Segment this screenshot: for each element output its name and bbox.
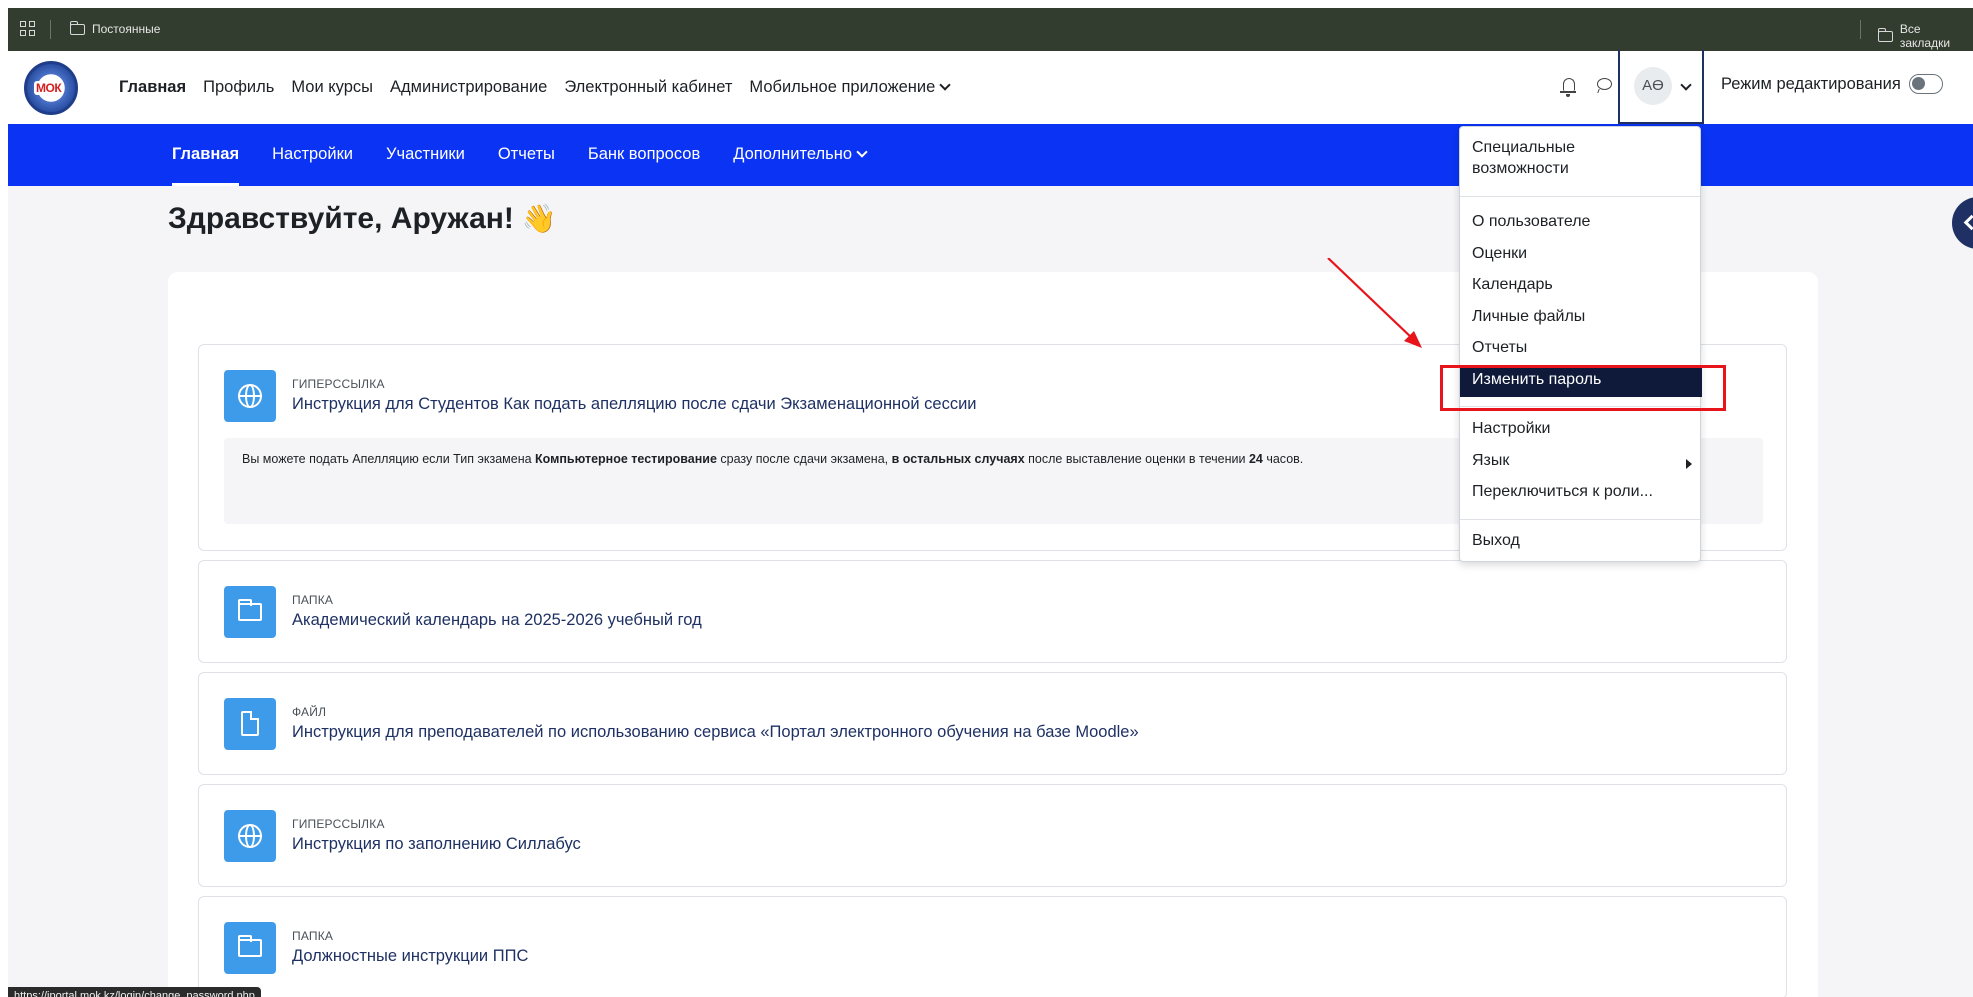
tab-reports[interactable]: Отчеты (498, 124, 555, 186)
activity-type: ПАПКА (292, 593, 334, 607)
activity-icon (224, 370, 276, 422)
bookmarks-separator (50, 20, 51, 39)
nav-mobile-app[interactable]: Мобильное приложение (749, 78, 951, 97)
nav-my-courses[interactable]: Мои курсы (291, 78, 373, 97)
folder-icon (238, 599, 262, 621)
activity-icon (224, 698, 276, 750)
folder-icon (1877, 27, 1893, 42)
avatar: АӨ (1634, 67, 1672, 105)
menu-item-label: Специальные (1472, 139, 1576, 156)
globe-icon (238, 824, 262, 848)
menu-item-change-password[interactable]: Изменить пароль (1460, 365, 1702, 397)
activity-link[interactable]: Инструкция по заполнению Силлабус (292, 835, 581, 854)
chevron-down-icon (939, 79, 951, 91)
tab-home[interactable]: Главная (172, 124, 240, 186)
bookmarks-bar: Постоянные Все закладки (8, 8, 1973, 51)
file-icon (241, 711, 259, 736)
toggle-switch[interactable] (1908, 74, 1943, 94)
description-bold: Компьютерное тестирование (535, 452, 717, 466)
site-logo[interactable]: МОК (24, 61, 78, 115)
globe-icon (238, 384, 262, 408)
tab-more-label: Дополнительно (733, 145, 852, 163)
activity-item: ГИПЕРССЫЛКА Инструкция по заполнению Сил… (198, 784, 1787, 887)
logo-text: МОК (34, 81, 64, 95)
edit-mode-label: Режим редактирования (1721, 74, 1901, 93)
bookmark-folder-label: Постоянные (92, 22, 161, 36)
activity-link[interactable]: Инструкция для преподавателей по использ… (292, 723, 1139, 742)
activity-icon (224, 810, 276, 862)
description-text: после выставление оценки в течении (1024, 452, 1249, 466)
activity-item: ПАПКА Должностные инструкции ППС (198, 896, 1787, 997)
edit-mode-switch[interactable]: Режим редактирования (1721, 74, 1943, 94)
menu-item-profile[interactable]: О пользователе (1472, 213, 1590, 231)
menu-item-preferences[interactable]: Настройки (1472, 420, 1550, 438)
folder-icon (238, 935, 262, 957)
menu-item-private-files[interactable]: Личные файлы (1472, 308, 1585, 326)
activity-type: ГИПЕРССЫЛКА (292, 377, 385, 391)
nav-e-cabinet[interactable]: Электронный кабинет (564, 78, 732, 97)
activity-icon (224, 586, 276, 638)
activity-item: ФАЙЛ Инструкция для преподавателей по ис… (198, 672, 1787, 775)
bookmarks-separator (1860, 20, 1861, 39)
activity-link[interactable]: Академический календарь на 2025-2026 уче… (292, 611, 702, 630)
description-text: часов. (1262, 452, 1304, 466)
user-menu-toggle[interactable]: АӨ (1618, 50, 1704, 124)
tab-question-bank[interactable]: Банк вопросов (588, 124, 700, 186)
menu-divider (1460, 196, 1700, 197)
nav-mobile-app-label: Мобильное приложение (749, 78, 936, 96)
secondary-navigation: Главная Настройки Участники Отчеты Банк … (172, 124, 899, 186)
tab-more[interactable]: Дополнительно (733, 124, 868, 186)
description-bold: в остальных случаях (891, 452, 1025, 466)
tab-participants[interactable]: Участники (386, 124, 465, 186)
bell-icon[interactable] (1560, 78, 1576, 97)
activity-item: ПАПКА Академический календарь на 2025-20… (198, 560, 1787, 663)
bookmark-folder-permanent[interactable]: Постоянные (69, 20, 161, 36)
caret-right-icon (1686, 459, 1692, 469)
activity-type: ГИПЕРССЫЛКА (292, 817, 385, 831)
all-bookmarks-button[interactable]: Все закладки (1877, 22, 1973, 50)
menu-item-calendar[interactable]: Календарь (1472, 276, 1553, 294)
user-menu-dropdown: Специальные возможности О пользователе О… (1459, 126, 1702, 562)
activity-type: ПАПКА (292, 929, 334, 943)
page-title: Здравствуйте, Аружан! 👋 (168, 202, 557, 236)
menu-item-language[interactable]: Язык (1472, 452, 1509, 470)
drawer-open-button[interactable] (1952, 197, 1973, 249)
menu-item-logout[interactable]: Выход (1472, 532, 1520, 550)
primary-navbar: МОК Главная Профиль Мои курсы Администри… (8, 50, 1973, 125)
nav-administration[interactable]: Администрирование (390, 78, 547, 97)
primary-navigation: Главная Профиль Мои курсы Администрирова… (119, 51, 966, 124)
apps-grid-icon[interactable] (20, 21, 36, 37)
menu-item-switch-role[interactable]: Переключиться к роли... (1472, 483, 1653, 501)
menu-item-accessibility[interactable]: Специальные возможности (1472, 139, 1575, 178)
menu-item-label: Изменить пароль (1472, 371, 1602, 388)
menu-divider (1460, 519, 1700, 520)
chevron-down-icon (1680, 79, 1692, 91)
chat-icon[interactable] (1597, 78, 1612, 90)
activity-type: ФАЙЛ (292, 705, 327, 719)
greeting-text: Здравствуйте, Аружан! (168, 202, 514, 235)
folder-icon (69, 20, 85, 35)
description-text: Вы можете подать Апелляцию если Тип экза… (242, 452, 536, 466)
all-bookmarks-label: Все закладки (1899, 22, 1951, 50)
status-url: https://iportal.mok.kz/login/change_pass… (8, 987, 261, 997)
nav-home[interactable]: Главная (119, 78, 186, 97)
activity-icon (224, 922, 276, 974)
waving-hand-icon: 👋 (521, 203, 557, 234)
nav-profile[interactable]: Профиль (203, 78, 274, 97)
chevron-down-icon (856, 146, 868, 158)
activity-link[interactable]: Должностные инструкции ППС (292, 947, 528, 966)
description-bold: 24 (1248, 452, 1263, 466)
description-text: сразу после сдачи экзамена, (716, 452, 892, 466)
menu-item-label: возможности (1472, 160, 1569, 177)
menu-divider (1460, 406, 1700, 407)
browser-viewport: Постоянные Все закладки МОК Главная Проф… (8, 8, 1973, 997)
menu-item-grades[interactable]: Оценки (1472, 245, 1527, 263)
tab-settings[interactable]: Настройки (272, 124, 353, 186)
menu-item-reports[interactable]: Отчеты (1472, 339, 1527, 357)
activity-link[interactable]: Инструкция для Студентов Как подать апел… (292, 395, 977, 414)
